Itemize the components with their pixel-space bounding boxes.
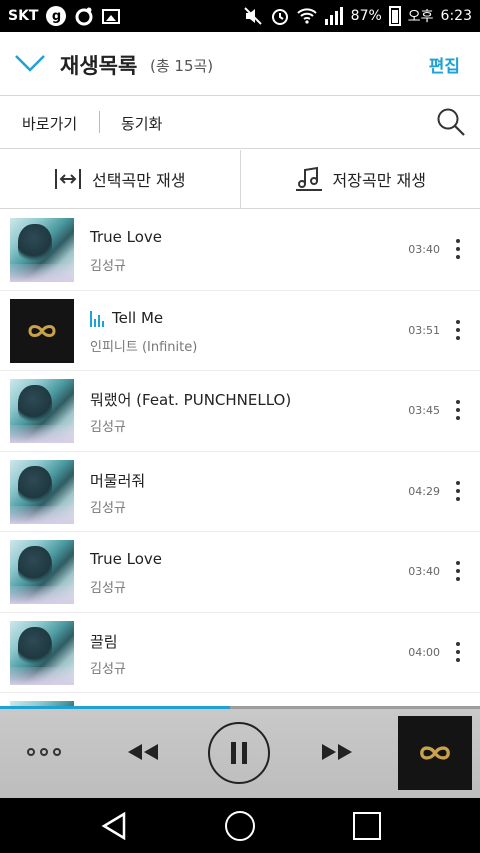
back-icon[interactable]	[100, 811, 128, 841]
track-artist: 김성규	[90, 259, 126, 274]
play-selected-label: 선택곡만 재생	[92, 171, 186, 190]
home-icon[interactable]	[225, 811, 255, 841]
track-title: 머물러줘	[90, 471, 146, 490]
track-title: 뭐랬어 (Feat. PUNCHNELLO)	[90, 391, 292, 409]
track-duration: 03:45	[408, 404, 440, 417]
sub-toolbar: 바로가기 동기화	[0, 97, 480, 149]
status-bar: SKT g 87% 오후 6:23	[0, 0, 480, 32]
g-app-icon: g	[46, 6, 67, 26]
track-duration: 04:29	[408, 484, 440, 498]
infinity-logo-icon	[28, 324, 56, 337]
album-art	[10, 298, 74, 363]
track-list: True Love 김성규 03:40 Tell Me 인피니트 (Infini…	[0, 210, 480, 706]
playback-progress[interactable]	[0, 706, 480, 709]
more-menu-icon[interactable]	[27, 748, 61, 756]
track-duration: 04:00	[408, 645, 440, 659]
now-playing-art[interactable]	[398, 716, 472, 790]
album-art	[10, 218, 74, 282]
track-row[interactable]	[0, 693, 480, 706]
page-title: 재생목록	[60, 54, 138, 78]
track-artist: 김성규	[90, 420, 126, 435]
track-duration: 03:40	[408, 565, 440, 578]
gallery-icon	[102, 8, 121, 24]
track-duration: 03:40	[408, 243, 440, 256]
now-playing-icon	[90, 309, 106, 327]
infinity-logo-icon	[420, 746, 450, 760]
divider	[99, 111, 100, 133]
shortcut-button[interactable]: 바로가기	[22, 113, 77, 134]
playlist-header: 재생목록 (총 15곡) 편집	[0, 32, 480, 96]
search-icon[interactable]	[436, 107, 466, 137]
mini-player	[0, 706, 480, 798]
album-art	[10, 620, 74, 685]
recent-apps-icon[interactable]	[353, 812, 381, 840]
system-nav-bar	[0, 798, 480, 853]
play-selected-button[interactable]: 선택곡만 재생	[0, 150, 240, 208]
more-options-icon[interactable]	[454, 400, 462, 420]
edit-button[interactable]: 편집	[429, 52, 460, 77]
track-row[interactable]: 머물러줘 김성규 04:29	[0, 452, 480, 532]
sync-button[interactable]: 동기화	[121, 113, 162, 134]
previous-icon[interactable]	[126, 742, 160, 762]
track-artist: 김성규	[90, 661, 126, 677]
play-options-bar: 선택곡만 재생 저장곡만 재생	[0, 150, 480, 209]
battery-icon	[388, 6, 401, 26]
more-options-icon[interactable]	[454, 480, 462, 501]
album-art	[10, 459, 74, 524]
more-options-icon[interactable]	[454, 641, 462, 662]
alarm-icon	[271, 9, 288, 25]
more-options-icon[interactable]	[454, 561, 462, 581]
track-artist: 김성규	[90, 500, 126, 516]
track-artist: 김성규	[90, 581, 126, 596]
track-row[interactable]: Tell Me 인피니트 (Infinite) 03:51	[0, 291, 480, 371]
track-count: (총 15곡)	[150, 57, 214, 75]
track-title: True Love	[90, 550, 163, 568]
track-title: Tell Me	[90, 309, 163, 327]
more-options-icon[interactable]	[454, 239, 462, 259]
track-artist: 인피니트 (Infinite)	[90, 339, 198, 355]
carrier-label: SKT	[8, 8, 39, 24]
track-row[interactable]: True Love 김성규 03:40	[0, 532, 480, 613]
music-note-icon	[295, 166, 322, 191]
ampm-label: 오후	[407, 9, 434, 25]
more-options-icon[interactable]	[454, 319, 462, 340]
clock: 6:23	[440, 8, 472, 24]
chevron-down-icon[interactable]	[14, 52, 46, 76]
signal-icon	[324, 7, 343, 25]
battery-percent: 87%	[350, 8, 382, 24]
playback-progress-fill	[0, 706, 231, 709]
track-title: True Love	[90, 228, 163, 246]
track-duration: 03:51	[408, 323, 440, 337]
play-saved-button[interactable]: 저장곡만 재생	[239, 150, 480, 208]
play-saved-label: 저장곡만 재생	[332, 171, 426, 190]
range-select-icon	[55, 169, 82, 189]
track-row[interactable]: 뭐랬어 (Feat. PUNCHNELLO) 김성규 03:45	[0, 371, 480, 452]
pause-button[interactable]	[208, 722, 270, 784]
track-row[interactable]: 끌림 김성규 04:00	[0, 613, 480, 693]
next-icon[interactable]	[320, 742, 354, 762]
album-art	[10, 379, 74, 443]
track-title: 끌림	[90, 632, 118, 651]
wifi-icon	[296, 8, 317, 24]
camera-dot-icon	[75, 7, 93, 26]
mute-icon	[243, 7, 262, 25]
track-row[interactable]: True Love 김성규 03:40	[0, 210, 480, 291]
album-art	[10, 540, 74, 604]
